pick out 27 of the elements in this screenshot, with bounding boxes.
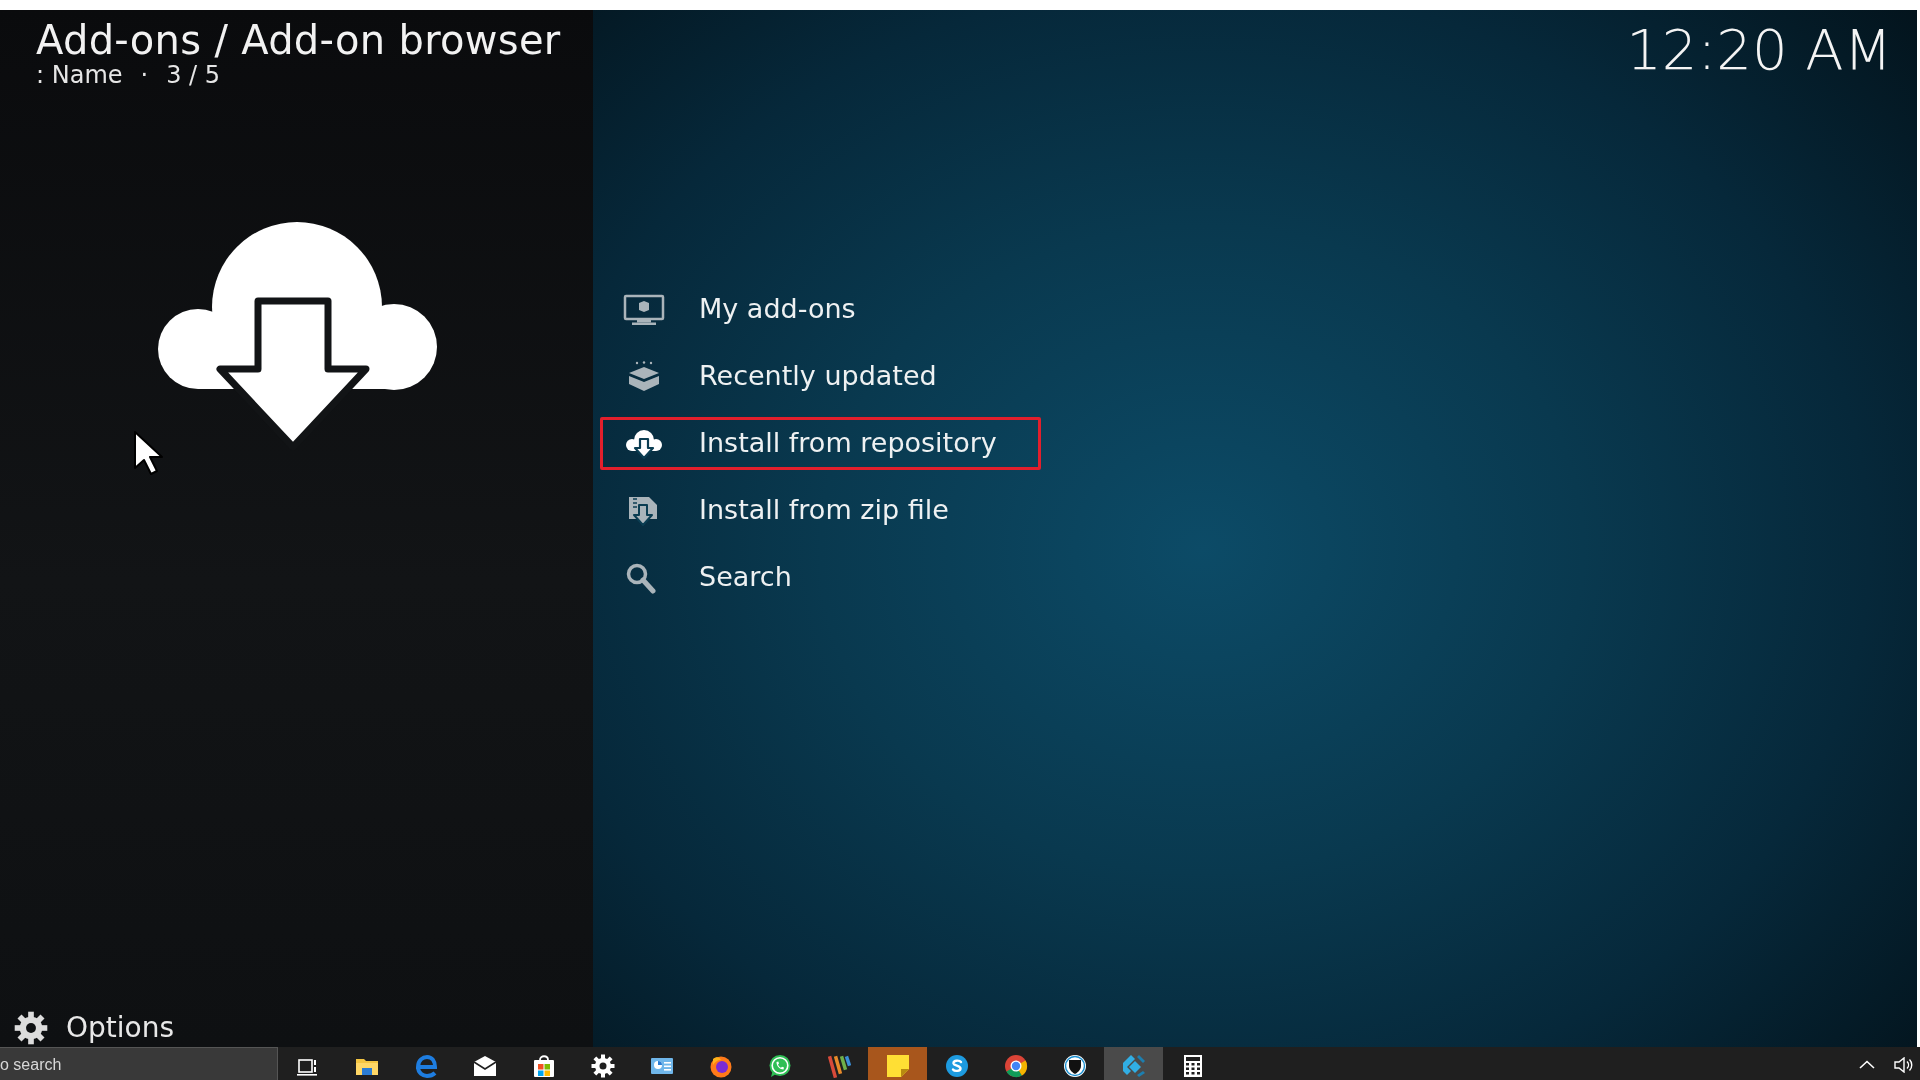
cloud-download-icon: [623, 427, 665, 460]
letter-s-icon: [944, 1054, 969, 1078]
menu-item[interactable]: My add-ons: [600, 283, 1041, 337]
page-title: Add-ons / Add-on browser: [36, 18, 562, 62]
search-field[interactable]: o search: [0, 1047, 278, 1080]
sticky-note-icon: [885, 1054, 910, 1078]
diamond-tiles-icon: [1121, 1054, 1146, 1078]
ring-logo-icon: [708, 1054, 733, 1078]
chat-phone-icon: [767, 1054, 792, 1078]
shield-badge-icon: [1062, 1054, 1087, 1078]
options-button[interactable]: Options: [0, 1011, 175, 1045]
gear-icon: [14, 1011, 48, 1045]
menu-item[interactable]: Install from zip file: [600, 484, 1041, 538]
slanted-stripes-icon: [826, 1054, 851, 1078]
shopping-bag-icon: [531, 1054, 556, 1078]
letter-e-icon: [413, 1054, 438, 1078]
speaker-icon: [1893, 1057, 1913, 1073]
chevron-up-icon: [1859, 1060, 1875, 1069]
sort-label: : Name: [36, 62, 123, 89]
menu-item[interactable]: Recently updated: [600, 350, 1041, 404]
monitor-icon: [623, 293, 665, 326]
menu-item[interactable]: Install from repository: [600, 417, 1041, 471]
menu-item[interactable]: Search: [600, 551, 1041, 605]
segmented-circle-icon: [1003, 1054, 1028, 1078]
clock-text: 12:20 AM: [1626, 16, 1893, 84]
item-position: 3 / 5: [166, 62, 221, 89]
separator-dot: ·: [140, 62, 149, 89]
